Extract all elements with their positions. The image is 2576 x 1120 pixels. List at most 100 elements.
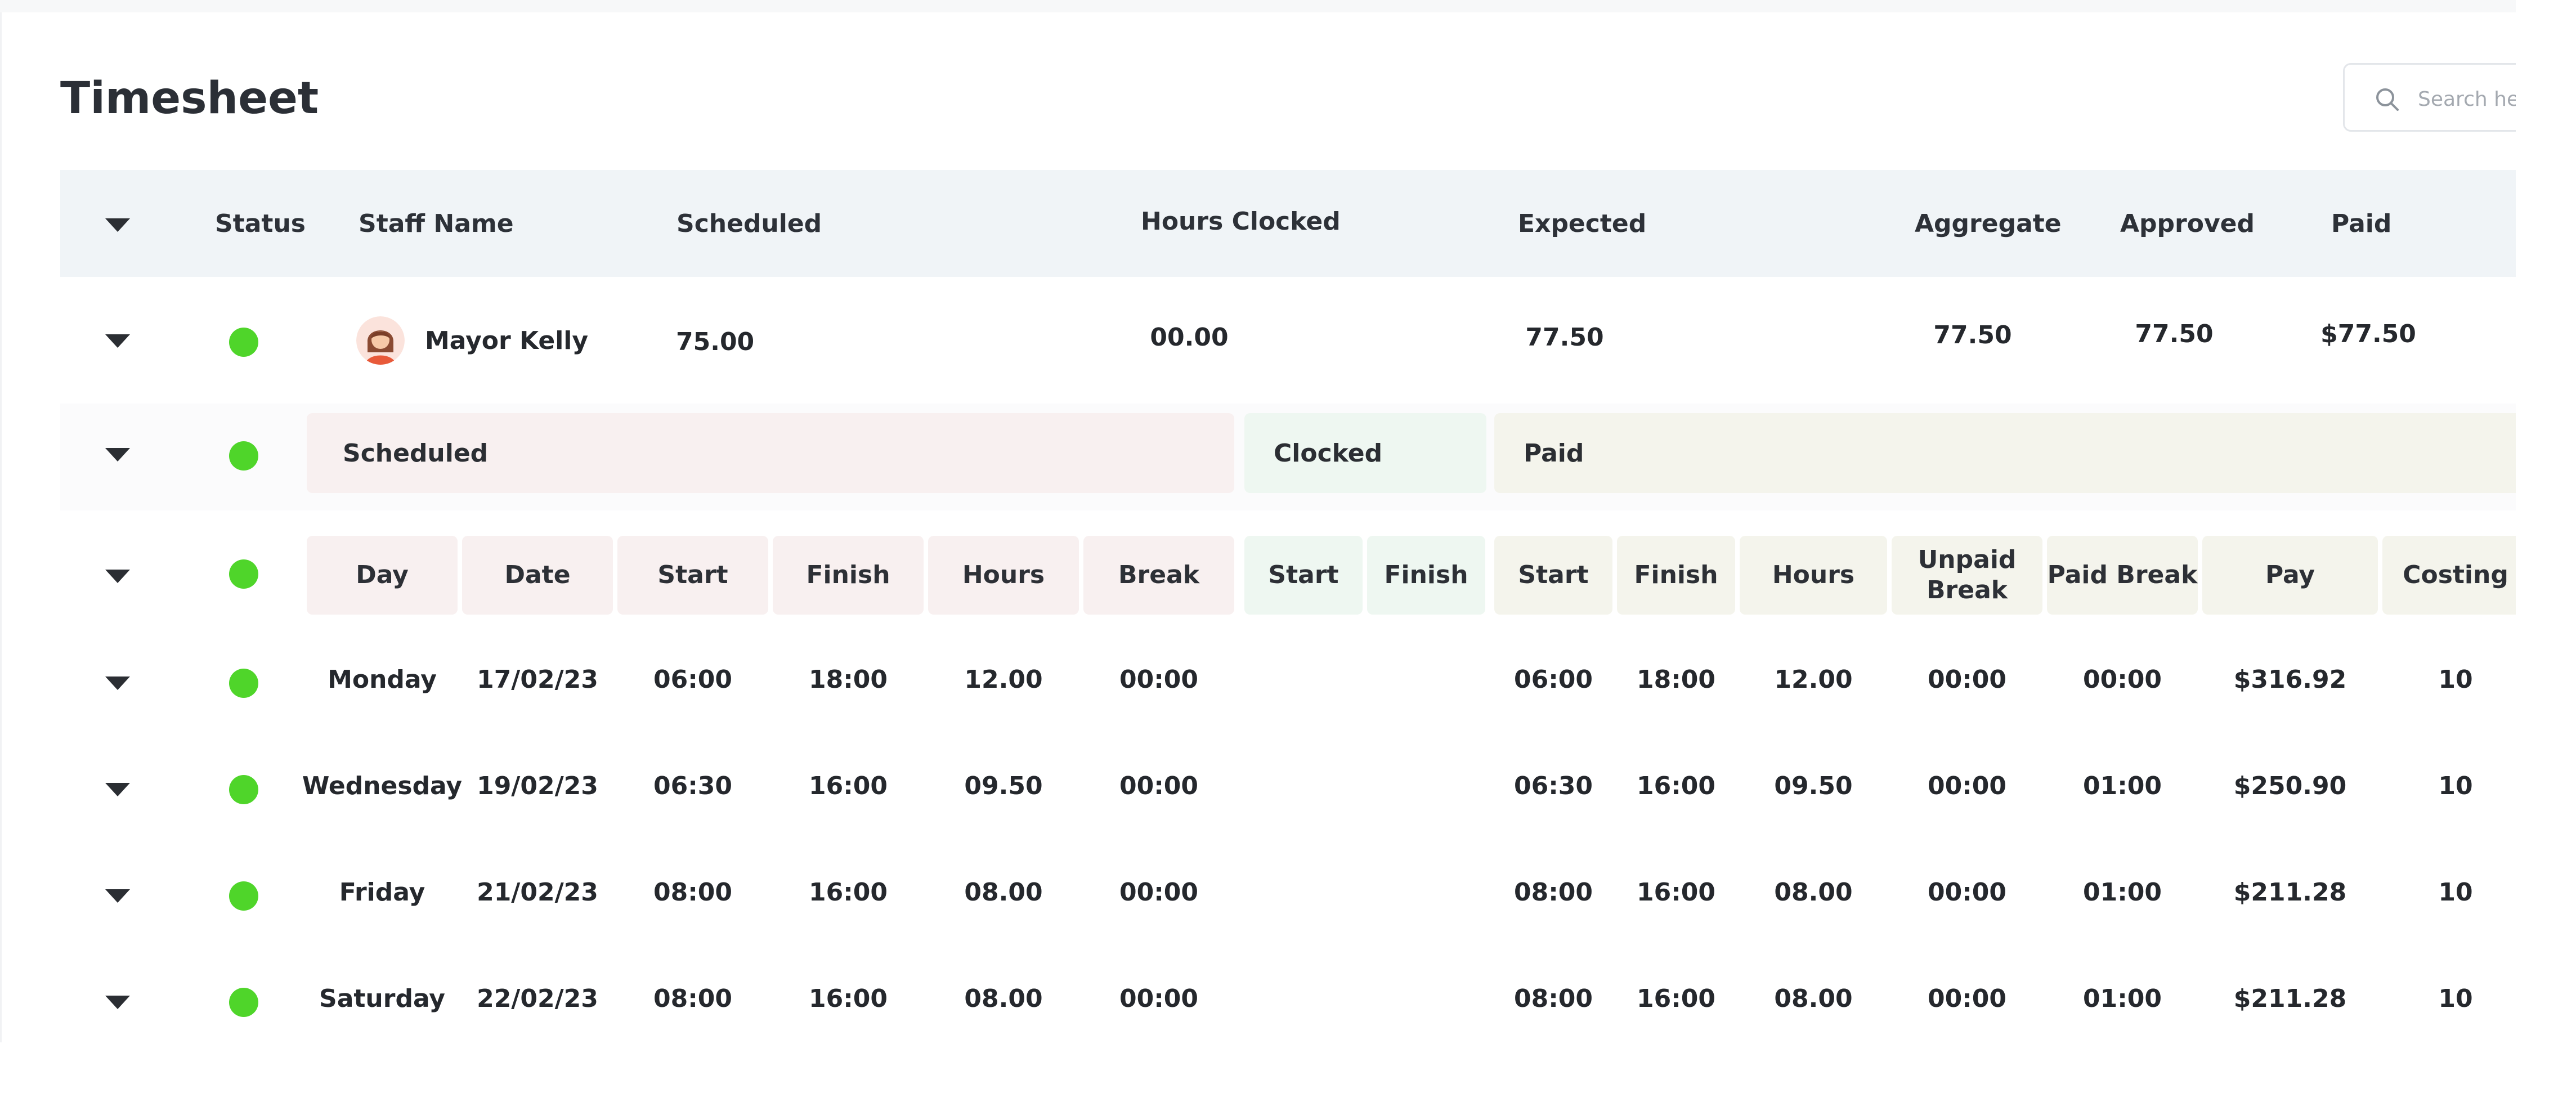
shift-paid-finish: 16:00 — [1636, 984, 1716, 1013]
status-dot-icon — [229, 559, 258, 589]
shift-break: 00:00 — [1119, 877, 1199, 907]
search-input[interactable] — [2417, 80, 2516, 118]
shift-paid-break: 01:00 — [2082, 984, 2162, 1013]
shift-costing: 10 — [2438, 665, 2473, 694]
col-break[interactable]: Break — [1083, 536, 1234, 615]
col-day[interactable]: Day — [307, 536, 458, 615]
col-clocked-finish[interactable]: Finish — [1367, 536, 1485, 615]
shift-paid-hours: 12.00 — [1774, 665, 1853, 694]
columns-row-chevron-down-icon[interactable] — [104, 568, 131, 584]
shift-pay: $316.92 — [2233, 665, 2347, 694]
header-approved[interactable]: Approved — [2120, 170, 2255, 277]
status-dot-icon — [229, 441, 258, 471]
shift-paid-finish: 18:00 — [1636, 665, 1716, 694]
staff-approved: 77.50 — [2135, 319, 2214, 348]
col-pay[interactable]: Pay — [2202, 536, 2378, 615]
shift-date: 17/02/23 — [477, 665, 598, 694]
shift-paid-break: 01:00 — [2082, 877, 2162, 907]
status-dot-icon — [229, 328, 258, 357]
shift-row-chevron-down-icon[interactable] — [104, 994, 131, 1010]
shift-day: Saturday — [319, 984, 445, 1013]
col-finish[interactable]: Finish — [773, 536, 924, 615]
col-clocked-start[interactable]: Start — [1244, 536, 1363, 615]
section-clocked: Clocked — [1244, 413, 1486, 493]
top-strip — [0, 0, 2516, 12]
search-box[interactable] — [2343, 63, 2516, 132]
shift-paid-start: 06:30 — [1513, 771, 1593, 800]
timesheet-panel: Timesheet Status Staff Name Scheduled Ho… — [2, 12, 2516, 1042]
status-dot-icon — [229, 988, 258, 1017]
shift-break: 00:00 — [1119, 771, 1199, 800]
col-unpaid-break[interactable]: Unpaid Break — [1892, 536, 2042, 615]
shift-finish: 16:00 — [808, 877, 888, 907]
shift-day: Monday — [328, 665, 437, 694]
page-title: Timesheet — [60, 73, 319, 124]
shift-costing: 10 — [2438, 877, 2473, 907]
shift-day: Friday — [339, 877, 425, 907]
shift-finish: 16:00 — [808, 984, 888, 1013]
shift-day: Wednesday — [302, 771, 463, 800]
shift-unpaid-break: 00:00 — [1927, 771, 2007, 800]
shift-costing: 10 — [2438, 984, 2473, 1013]
header-staff-name[interactable]: Staff Name — [359, 170, 514, 277]
shift-paid-start: 06:00 — [1513, 665, 1593, 694]
shift-paid-hours: 08.00 — [1774, 877, 1853, 907]
staff-row-chevron-down-icon[interactable] — [104, 333, 131, 349]
shift-hours: 08.00 — [964, 877, 1043, 907]
table-header: Status Staff Name Scheduled Hours Clocke… — [60, 170, 2516, 277]
shift-break: 00:00 — [1119, 984, 1199, 1013]
status-dot-icon — [229, 669, 258, 698]
shift-paid-hours: 09.50 — [1774, 771, 1853, 800]
shift-paid-hours: 08.00 — [1774, 984, 1853, 1013]
shift-paid-break: 00:00 — [2082, 665, 2162, 694]
shift-paid-start: 08:00 — [1513, 984, 1593, 1013]
col-paid-hours[interactable]: Hours — [1740, 536, 1887, 615]
shift-unpaid-break: 00:00 — [1927, 877, 2007, 907]
shift-row-chevron-down-icon[interactable] — [104, 782, 131, 798]
shift-row-chevron-down-icon[interactable] — [104, 888, 131, 904]
shift-row-chevron-down-icon[interactable] — [104, 675, 131, 691]
header-aggregate[interactable]: Aggregate — [1915, 170, 2062, 277]
shift-start: 06:00 — [653, 665, 733, 694]
shift-costing: 10 — [2438, 771, 2473, 800]
section-scheduled: Scheduled — [307, 413, 1234, 493]
header-paid[interactable]: Paid — [2331, 170, 2391, 277]
shift-paid-finish: 16:00 — [1636, 771, 1716, 800]
search-icon — [2376, 88, 2399, 111]
col-paid-break[interactable]: Paid Break — [2047, 536, 2198, 615]
shift-unpaid-break: 00:00 — [1927, 984, 2007, 1013]
staff-hours-clocked: 00.00 — [1150, 322, 1229, 352]
col-start[interactable]: Start — [617, 536, 768, 615]
shift-pay: $250.90 — [2233, 771, 2347, 800]
col-paid-start[interactable]: Start — [1494, 536, 1612, 615]
shift-hours: 12.00 — [964, 665, 1043, 694]
staff-aggregate: 77.50 — [1933, 320, 2012, 350]
header-expected[interactable]: Expected — [1518, 170, 1646, 277]
col-paid-finish[interactable]: Finish — [1617, 536, 1735, 615]
status-dot-icon — [229, 881, 258, 911]
shift-date: 19/02/23 — [477, 771, 598, 800]
avatar — [356, 316, 405, 365]
section-row-chevron-down-icon[interactable] — [104, 447, 131, 463]
header-hours-clocked[interactable]: Hours Clocked — [1141, 168, 1341, 275]
shift-break: 00:00 — [1119, 665, 1199, 694]
shift-pay: $211.28 — [2233, 877, 2347, 907]
shift-start: 08:00 — [653, 984, 733, 1013]
staff-name[interactable]: Mayor Kelly — [425, 322, 588, 359]
shift-start: 08:00 — [653, 877, 733, 907]
header-scheduled[interactable]: Scheduled — [677, 170, 822, 277]
shift-paid-finish: 16:00 — [1636, 877, 1716, 907]
shift-unpaid-break: 00:00 — [1927, 665, 2007, 694]
expand-all-chevron-down-icon[interactable] — [104, 217, 131, 233]
col-date[interactable]: Date — [462, 536, 613, 615]
staff-scheduled: 75.00 — [676, 327, 755, 356]
col-hours[interactable]: Hours — [928, 536, 1079, 615]
shift-date: 22/02/23 — [477, 984, 598, 1013]
col-costing[interactable]: Costing — [2382, 536, 2516, 615]
staff-paid: $77.50 — [2320, 319, 2416, 348]
header-status[interactable]: Status — [215, 170, 306, 277]
shift-finish: 16:00 — [808, 771, 888, 800]
shift-finish: 18:00 — [808, 665, 888, 694]
shift-hours: 08.00 — [964, 984, 1043, 1013]
shift-pay: $211.28 — [2233, 984, 2347, 1013]
